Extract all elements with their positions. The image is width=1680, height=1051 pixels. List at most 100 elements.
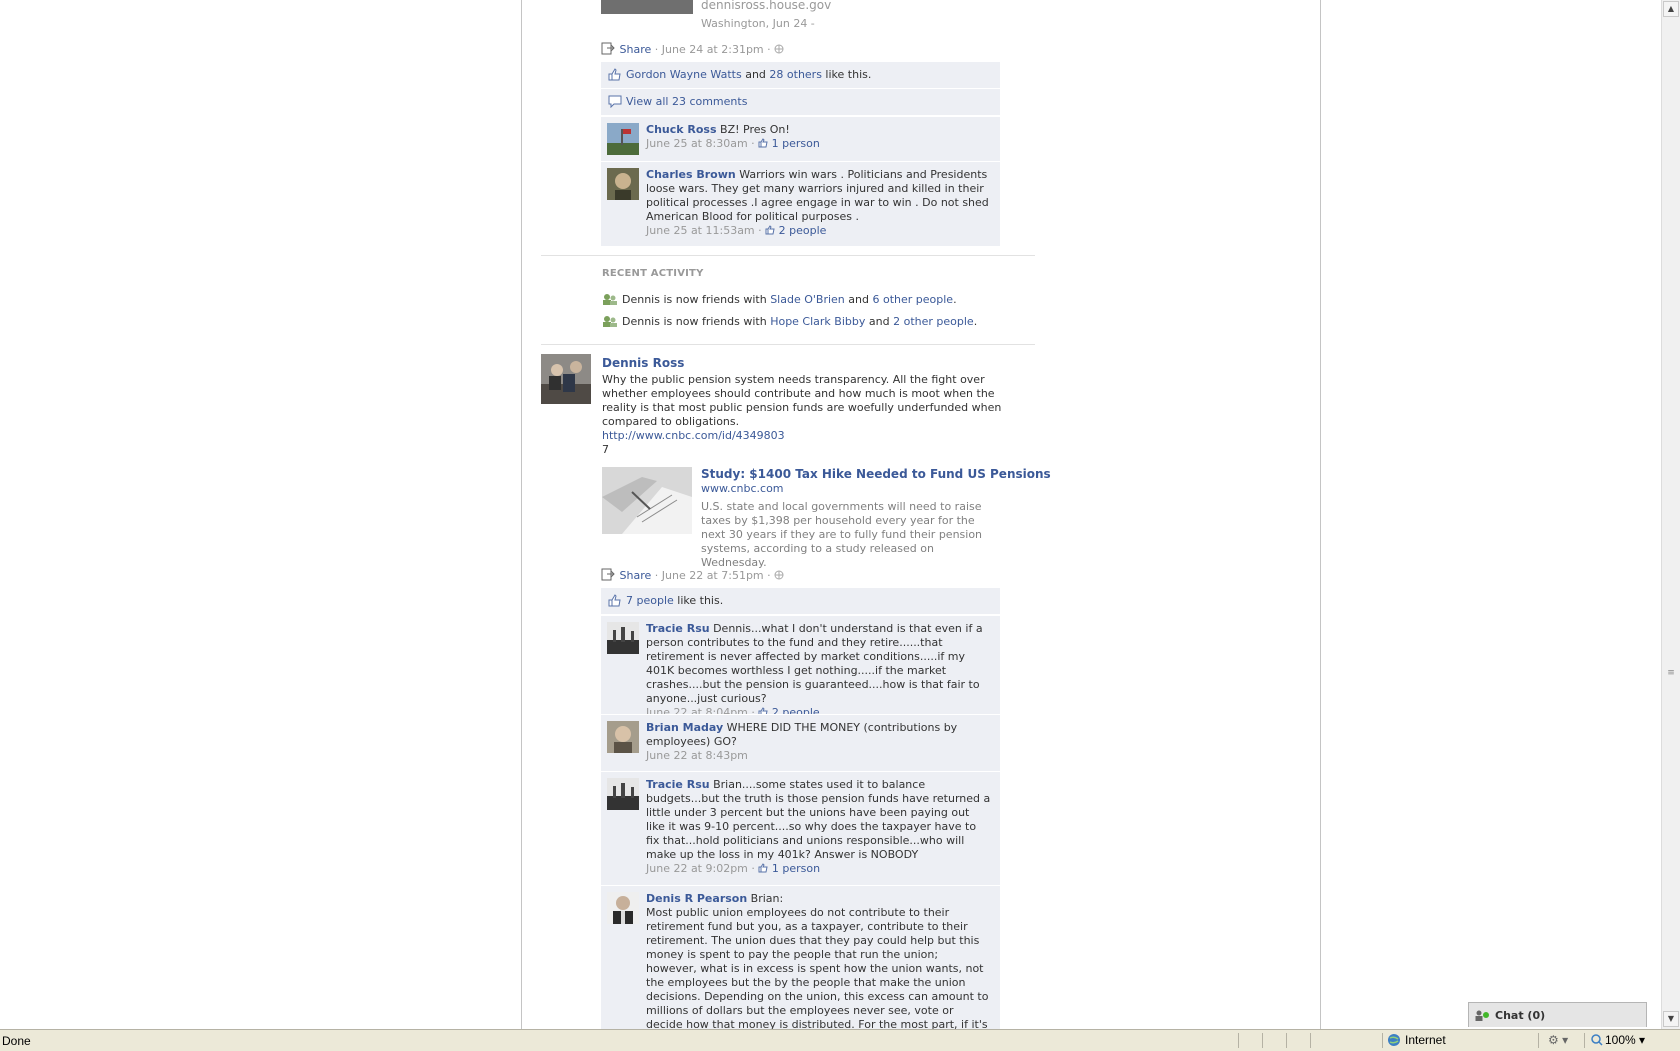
comment-timestamp[interactable]: June 22 at 8:43pm <box>646 749 748 762</box>
comment-timestamp[interactable]: June 25 at 11:53am <box>646 224 755 237</box>
author-profile-picture[interactable] <box>541 354 591 404</box>
avatar[interactable] <box>607 168 639 200</box>
comment: Tracie Rsu Dennis...what I don't underst… <box>601 615 1000 719</box>
link-thumbnail[interactable] <box>601 0 693 14</box>
comment-author-link[interactable]: Chuck Ross <box>646 123 717 136</box>
thumbs-up-icon <box>608 594 621 607</box>
status-separator <box>1584 1033 1585 1048</box>
likes-row: Gordon Wayne Watts and 28 others like th… <box>601 62 1000 88</box>
post-url-link[interactable]: http://www.cnbc.com/id/4349803 <box>602 429 785 442</box>
scroll-up-button[interactable]: ▲ <box>1663 1 1679 17</box>
likes-count-link[interactable]: 7 people <box>626 594 674 607</box>
comment: Brian Maday WHERE DID THE MONEY (contrib… <box>601 714 1000 771</box>
comment-icon <box>608 95 622 108</box>
post-timestamp[interactable]: June 22 at 7:51pm <box>662 569 764 582</box>
status-separator <box>1382 1033 1383 1048</box>
activity-text: Dennis is now friends with <box>622 315 771 328</box>
comment-like-count-link[interactable]: 2 people <box>779 224 827 237</box>
thumbs-up-icon <box>765 225 775 235</box>
status-text: Done <box>2 1034 31 1048</box>
share-icon <box>601 42 615 55</box>
likes-tail: like this. <box>673 594 724 607</box>
share-link[interactable]: Share <box>620 43 652 56</box>
likes-others-link[interactable]: 28 others <box>769 68 822 81</box>
comment-author-link[interactable]: Charles Brown <box>646 168 736 181</box>
thumbs-up-icon <box>758 863 769 873</box>
comment-author-link[interactable]: Tracie Rsu <box>646 778 710 791</box>
activity-item: Dennis is now friends with Slade O'Brien… <box>602 293 957 306</box>
zoom-icon <box>1591 1034 1603 1046</box>
view-all-comments-row[interactable]: View all 23 comments <box>601 89 1000 115</box>
activity-connector: and <box>865 315 894 328</box>
link-location: Washington, Jun 24 - <box>701 17 815 30</box>
attachment-description: U.S. state and local governments will ne… <box>701 500 983 569</box>
activity-connector: and <box>844 293 873 306</box>
comment-text: Brian: <box>747 892 784 905</box>
post-author-link[interactable]: Dennis Ross <box>602 356 684 370</box>
share-link[interactable]: Share <box>620 569 652 582</box>
comment-like-count-link[interactable]: 1 person <box>772 862 820 875</box>
zoom-label: 100% <box>1605 1033 1636 1047</box>
comment-timestamp[interactable]: June 22 at 9:02pm <box>646 862 748 875</box>
comment-author-link[interactable]: Denis R Pearson <box>646 892 747 905</box>
protected-mode-icon[interactable]: ⚙ ▾ <box>1548 1033 1568 1047</box>
other-people-link[interactable]: 6 other people <box>872 293 953 306</box>
zone-label: Internet <box>1405 1033 1446 1047</box>
post-timestamp[interactable]: June 24 at 2:31pm <box>662 43 764 56</box>
divider <box>541 255 1035 256</box>
browser-status-bar: Done Internet ⚙ ▾ 100% ▾ <box>0 1029 1680 1051</box>
comment-text: BZ! Pres On! <box>716 123 790 136</box>
avatar[interactable] <box>607 778 639 810</box>
comment: Denis R Pearson Brian: Most public union… <box>601 885 1000 1029</box>
post-meta: Share · June 22 at 7:51pm · <box>601 568 784 582</box>
post-url-suffix: 7 <box>602 443 609 456</box>
liker-name-link[interactable]: Gordon Wayne Watts <box>626 68 742 81</box>
other-people-link[interactable]: 2 other people <box>893 315 974 328</box>
status-separator <box>1238 1033 1239 1048</box>
comment: Tracie Rsu Brian....some states used it … <box>601 771 1000 885</box>
thumbs-up-icon <box>758 138 768 148</box>
content-right-border <box>1320 0 1321 1029</box>
avatar[interactable] <box>607 892 639 924</box>
chat-person-icon <box>1475 1010 1483 1021</box>
zoom-level[interactable]: 100% ▾ <box>1591 1033 1645 1047</box>
divider <box>541 344 1035 345</box>
post-text: Why the public pension system needs tran… <box>602 373 1002 429</box>
security-zone[interactable]: Internet <box>1387 1033 1446 1047</box>
globe-icon <box>774 44 784 54</box>
scroll-thumb[interactable]: ≡ <box>1664 668 1678 682</box>
thumbs-up-icon <box>608 68 621 81</box>
comment: Charles Brown Warriors win wars . Politi… <box>601 161 1000 246</box>
attachment-source-link[interactable]: www.cnbc.com <box>701 482 784 495</box>
likes-tail: like this. <box>821 68 872 81</box>
comment-author-link[interactable]: Brian Maday <box>646 721 723 734</box>
chat-tab[interactable]: Chat (0) <box>1468 1002 1647 1027</box>
activity-end: . <box>973 315 978 328</box>
avatar[interactable] <box>607 721 639 753</box>
attachment-thumbnail[interactable] <box>602 467 692 534</box>
attachment-title-link[interactable]: Study: $1400 Tax Hike Needed to Fund US … <box>701 467 1051 481</box>
comment-text-continued: Most public union employees do not contr… <box>646 906 989 1029</box>
friend-link[interactable]: Slade O'Brien <box>770 293 845 306</box>
avatar[interactable] <box>607 622 639 654</box>
friends-icon <box>603 294 617 305</box>
activity-item: Dennis is now friends with Hope Clark Bi… <box>602 315 977 328</box>
vertical-scrollbar[interactable]: ▲ ≡ ▼ <box>1661 0 1680 1029</box>
comment-timestamp[interactable]: June 25 at 8:30am <box>646 137 748 150</box>
globe-icon <box>774 570 784 580</box>
scroll-down-button[interactable]: ▼ <box>1663 1011 1679 1027</box>
share-icon <box>601 568 615 581</box>
comment-author-link[interactable]: Tracie Rsu <box>646 622 710 635</box>
chat-label: Chat (0) <box>1495 1009 1546 1022</box>
likes-row: 7 people like this. <box>601 588 1000 614</box>
friends-icon <box>603 316 617 327</box>
globe-icon <box>1388 1034 1400 1046</box>
friend-link[interactable]: Hope Clark Bibby <box>770 315 865 328</box>
link-domain[interactable]: dennisross.house.gov <box>701 0 831 12</box>
avatar[interactable] <box>607 123 639 155</box>
comment-like-count-link[interactable]: 1 person <box>772 137 820 150</box>
status-separator <box>1538 1033 1539 1048</box>
status-separator <box>1310 1033 1311 1048</box>
view-all-comments-link[interactable]: View all 23 comments <box>626 89 747 115</box>
post-message: Why the public pension system needs tran… <box>602 373 1002 428</box>
